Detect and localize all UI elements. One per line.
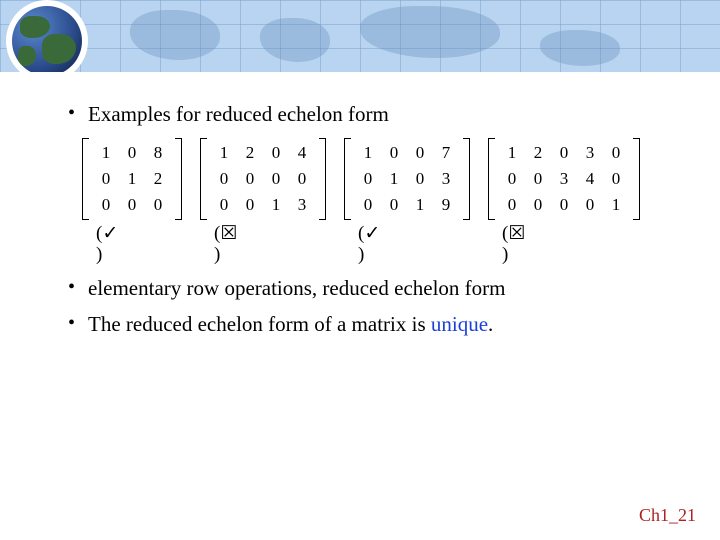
- matrix-cell: 4: [577, 168, 603, 191]
- matrix-cell: 1: [93, 142, 119, 165]
- matrix-cell: 2: [237, 142, 263, 165]
- bracket-left: [82, 138, 89, 220]
- matrix-cell: 3: [289, 194, 315, 217]
- bracket-right: [463, 138, 470, 220]
- matrix: 108012000: [82, 138, 182, 220]
- matrix-cell: 9: [433, 194, 459, 217]
- matrix-cell: 8: [145, 142, 171, 165]
- matrix-verdict: (✓): [344, 224, 398, 266]
- matrix-cell: 2: [145, 168, 171, 191]
- matrix-cell: 0: [407, 168, 433, 191]
- slide-content: Examples for reduced echelon form 108012…: [0, 72, 720, 339]
- matrix-cell: 0: [525, 194, 551, 217]
- matrix-cell: 0: [577, 194, 603, 217]
- bracket-left: [200, 138, 207, 220]
- matrix-cell: 0: [499, 194, 525, 217]
- matrix-cell: 0: [381, 194, 407, 217]
- matrix-cell: 0: [93, 168, 119, 191]
- bullet-unique: The reduced echelon form of a matrix is …: [60, 310, 660, 338]
- matrix-cell: 0: [119, 142, 145, 165]
- matrix-body: 100701030019: [351, 138, 463, 220]
- matrix-column: 120300034000001(☒): [488, 138, 640, 266]
- bullet-examples: Examples for reduced echelon form 108012…: [60, 100, 660, 266]
- matrix-cell: 2: [525, 142, 551, 165]
- matrix-cell: 3: [577, 142, 603, 165]
- matrix-cell: 0: [603, 142, 629, 165]
- matrix-cell: 0: [355, 194, 381, 217]
- matrix-cell: 0: [407, 142, 433, 165]
- slide-footer: Ch1_21: [639, 505, 696, 526]
- matrix-verdict: (☒): [200, 224, 254, 266]
- map-grid: [0, 0, 720, 72]
- bracket-right: [319, 138, 326, 220]
- matrix-cell: 1: [499, 142, 525, 165]
- globe-icon: [8, 2, 86, 72]
- matrix-cell: 1: [355, 142, 381, 165]
- matrix-cell: 1: [119, 168, 145, 191]
- matrix-cell: 1: [211, 142, 237, 165]
- bullet-text-suffix: .: [488, 312, 493, 336]
- matrix-cell: 3: [433, 168, 459, 191]
- header-banner: [0, 0, 720, 72]
- bracket-left: [488, 138, 495, 220]
- matrix-body: 120400000013: [207, 138, 319, 220]
- matrix-cell: 0: [525, 168, 551, 191]
- matrix-cell: 0: [289, 168, 315, 191]
- matrix-cell: 0: [237, 168, 263, 191]
- matrix-column: 120400000013(☒): [200, 138, 326, 266]
- matrix-cell: 0: [119, 194, 145, 217]
- matrix-cell: 0: [263, 168, 289, 191]
- matrix-verdict: (☒): [488, 224, 542, 266]
- matrix-cell: 0: [237, 194, 263, 217]
- matrix-cell: 0: [263, 142, 289, 165]
- bullet-text-part1: elementary row operations,: [88, 276, 317, 300]
- matrix-cell: 0: [499, 168, 525, 191]
- matrix-cell: 0: [93, 194, 119, 217]
- matrix-cell: 1: [603, 194, 629, 217]
- bullet-text-prefix: The reduced echelon form of a matrix is: [88, 312, 431, 336]
- bracket-left: [344, 138, 351, 220]
- matrix-cell: 4: [289, 142, 315, 165]
- matrix-cell: 0: [551, 194, 577, 217]
- matrix-cell: 7: [433, 142, 459, 165]
- matrix-cell: 0: [211, 194, 237, 217]
- matrix-body: 108012000: [89, 138, 175, 220]
- matrix-column: 100701030019(✓): [344, 138, 470, 266]
- matrix-cell: 0: [381, 142, 407, 165]
- matrix-verdict: (✓): [82, 224, 136, 266]
- matrix-cell: 1: [381, 168, 407, 191]
- matrix-body: 120300034000001: [495, 138, 633, 220]
- matrix-cell: 0: [603, 168, 629, 191]
- verdict-mark-icon: ☒: [220, 224, 237, 245]
- matrix: 100701030019: [344, 138, 470, 220]
- matrix: 120400000013: [200, 138, 326, 220]
- bracket-right: [633, 138, 640, 220]
- bullet-text: Examples for reduced echelon form: [88, 102, 389, 126]
- bullet-text-part2: reduced echelon form: [322, 276, 505, 300]
- matrix-column: 108012000(✓): [82, 138, 182, 266]
- matrix-cell: 0: [145, 194, 171, 217]
- verdict-mark-icon: ✓: [102, 224, 118, 245]
- bullet-row-ops: elementary row operations, reduced echel…: [60, 274, 660, 302]
- verdict-mark-icon: ✓: [364, 224, 380, 245]
- matrix: 120300034000001: [488, 138, 640, 220]
- matrix-cell: 0: [355, 168, 381, 191]
- bracket-right: [175, 138, 182, 220]
- unique-word: unique: [431, 312, 488, 336]
- matrices-row: 108012000(✓)120400000013(☒)100701030019(…: [82, 138, 660, 266]
- matrix-cell: 0: [551, 142, 577, 165]
- verdict-mark-icon: ☒: [508, 224, 525, 245]
- matrix-cell: 3: [551, 168, 577, 191]
- matrix-cell: 1: [407, 194, 433, 217]
- matrix-cell: 1: [263, 194, 289, 217]
- matrix-cell: 0: [211, 168, 237, 191]
